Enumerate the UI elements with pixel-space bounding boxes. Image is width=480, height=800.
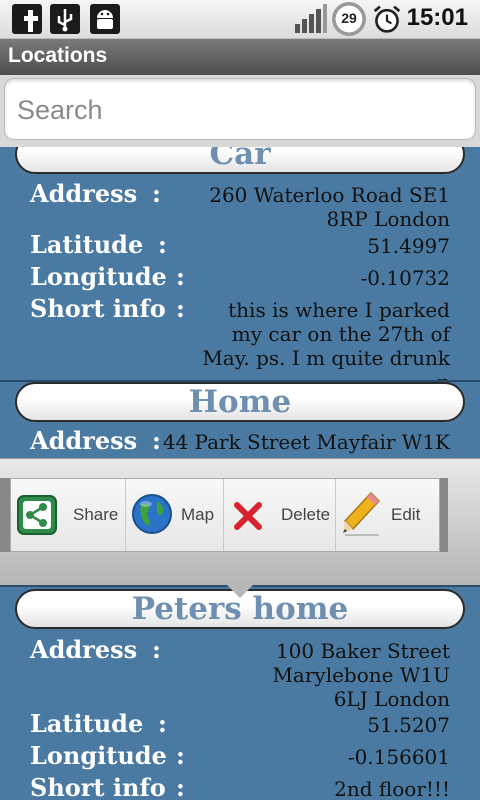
delete-x-icon	[234, 502, 262, 530]
alarm-icon	[373, 5, 401, 33]
share-label: Share	[73, 505, 119, 524]
map-button[interactable]: Map	[125, 479, 224, 551]
title-bar: Locations	[0, 39, 480, 75]
latitude-colon: :	[158, 230, 167, 259]
address-value: 44 Park Street Mayfair W1K	[162, 430, 450, 454]
status-bar: 29 15:01	[0, 0, 480, 39]
clock-time: 15:01	[406, 4, 468, 31]
latitude-label: Latitude	[30, 230, 144, 259]
address-label: Address	[30, 179, 138, 208]
address-value: 100 Baker Street Marylebone W1U 6LJ Lond…	[272, 639, 450, 711]
longitude-label: Longitude	[30, 262, 167, 291]
facebook-icon	[12, 4, 42, 34]
longitude-label: Longitude	[30, 741, 167, 770]
latitude-value: 51.4997	[367, 234, 450, 258]
share-button[interactable]: Share	[11, 479, 126, 551]
delete-button[interactable]: Delete	[223, 479, 336, 551]
signal-icon	[295, 4, 327, 33]
short-info-colon: :	[176, 773, 185, 800]
latitude-colon: :	[158, 709, 167, 738]
badge-count: 29	[341, 10, 357, 26]
location-title-pill: Car	[15, 147, 465, 174]
page-title: Locations	[8, 44, 108, 67]
pencil-icon	[343, 491, 381, 536]
latitude-value: 51.5207	[367, 713, 450, 737]
action-bar: Share Map Delete Edit	[10, 478, 440, 552]
popup-left-cap	[0, 478, 10, 552]
short-info-colon: :	[176, 294, 185, 323]
address-label: Address	[30, 426, 138, 455]
search-input[interactable]: Search	[4, 78, 476, 140]
delete-label: Delete	[281, 505, 331, 524]
share-icon	[17, 495, 57, 535]
edit-label: Edit	[391, 505, 421, 524]
short-info-label: Short info	[30, 773, 166, 800]
location-title-pill: Home	[15, 382, 465, 422]
longitude-value: -0.10732	[360, 266, 450, 290]
search-placeholder: Search	[17, 95, 103, 125]
address-colon: :	[152, 179, 161, 208]
location-name: Home	[188, 384, 292, 420]
longitude-value: -0.156601	[347, 745, 450, 769]
notification-badge-icon: 29	[332, 2, 366, 36]
map-label: Map	[181, 505, 215, 524]
latitude-label: Latitude	[30, 709, 144, 738]
edit-button[interactable]: Edit	[335, 479, 439, 551]
longitude-colon: :	[176, 262, 185, 291]
short-info-label: Short info	[30, 294, 166, 323]
popup-pointer	[226, 584, 254, 598]
longitude-colon: :	[176, 741, 185, 770]
android-debug-icon	[90, 4, 120, 34]
address-label: Address	[30, 635, 138, 664]
usb-icon	[50, 4, 80, 34]
search-bar: Search	[0, 75, 480, 147]
short-info-value: 2nd floor!!!	[334, 777, 450, 800]
address-value: 260 Waterloo Road SE1 8RP London	[209, 183, 450, 231]
location-name: Car	[209, 147, 271, 172]
quick-action-popup: Share Map Delete Edit	[0, 458, 480, 585]
globe-icon	[132, 494, 172, 534]
address-colon: :	[152, 635, 161, 664]
